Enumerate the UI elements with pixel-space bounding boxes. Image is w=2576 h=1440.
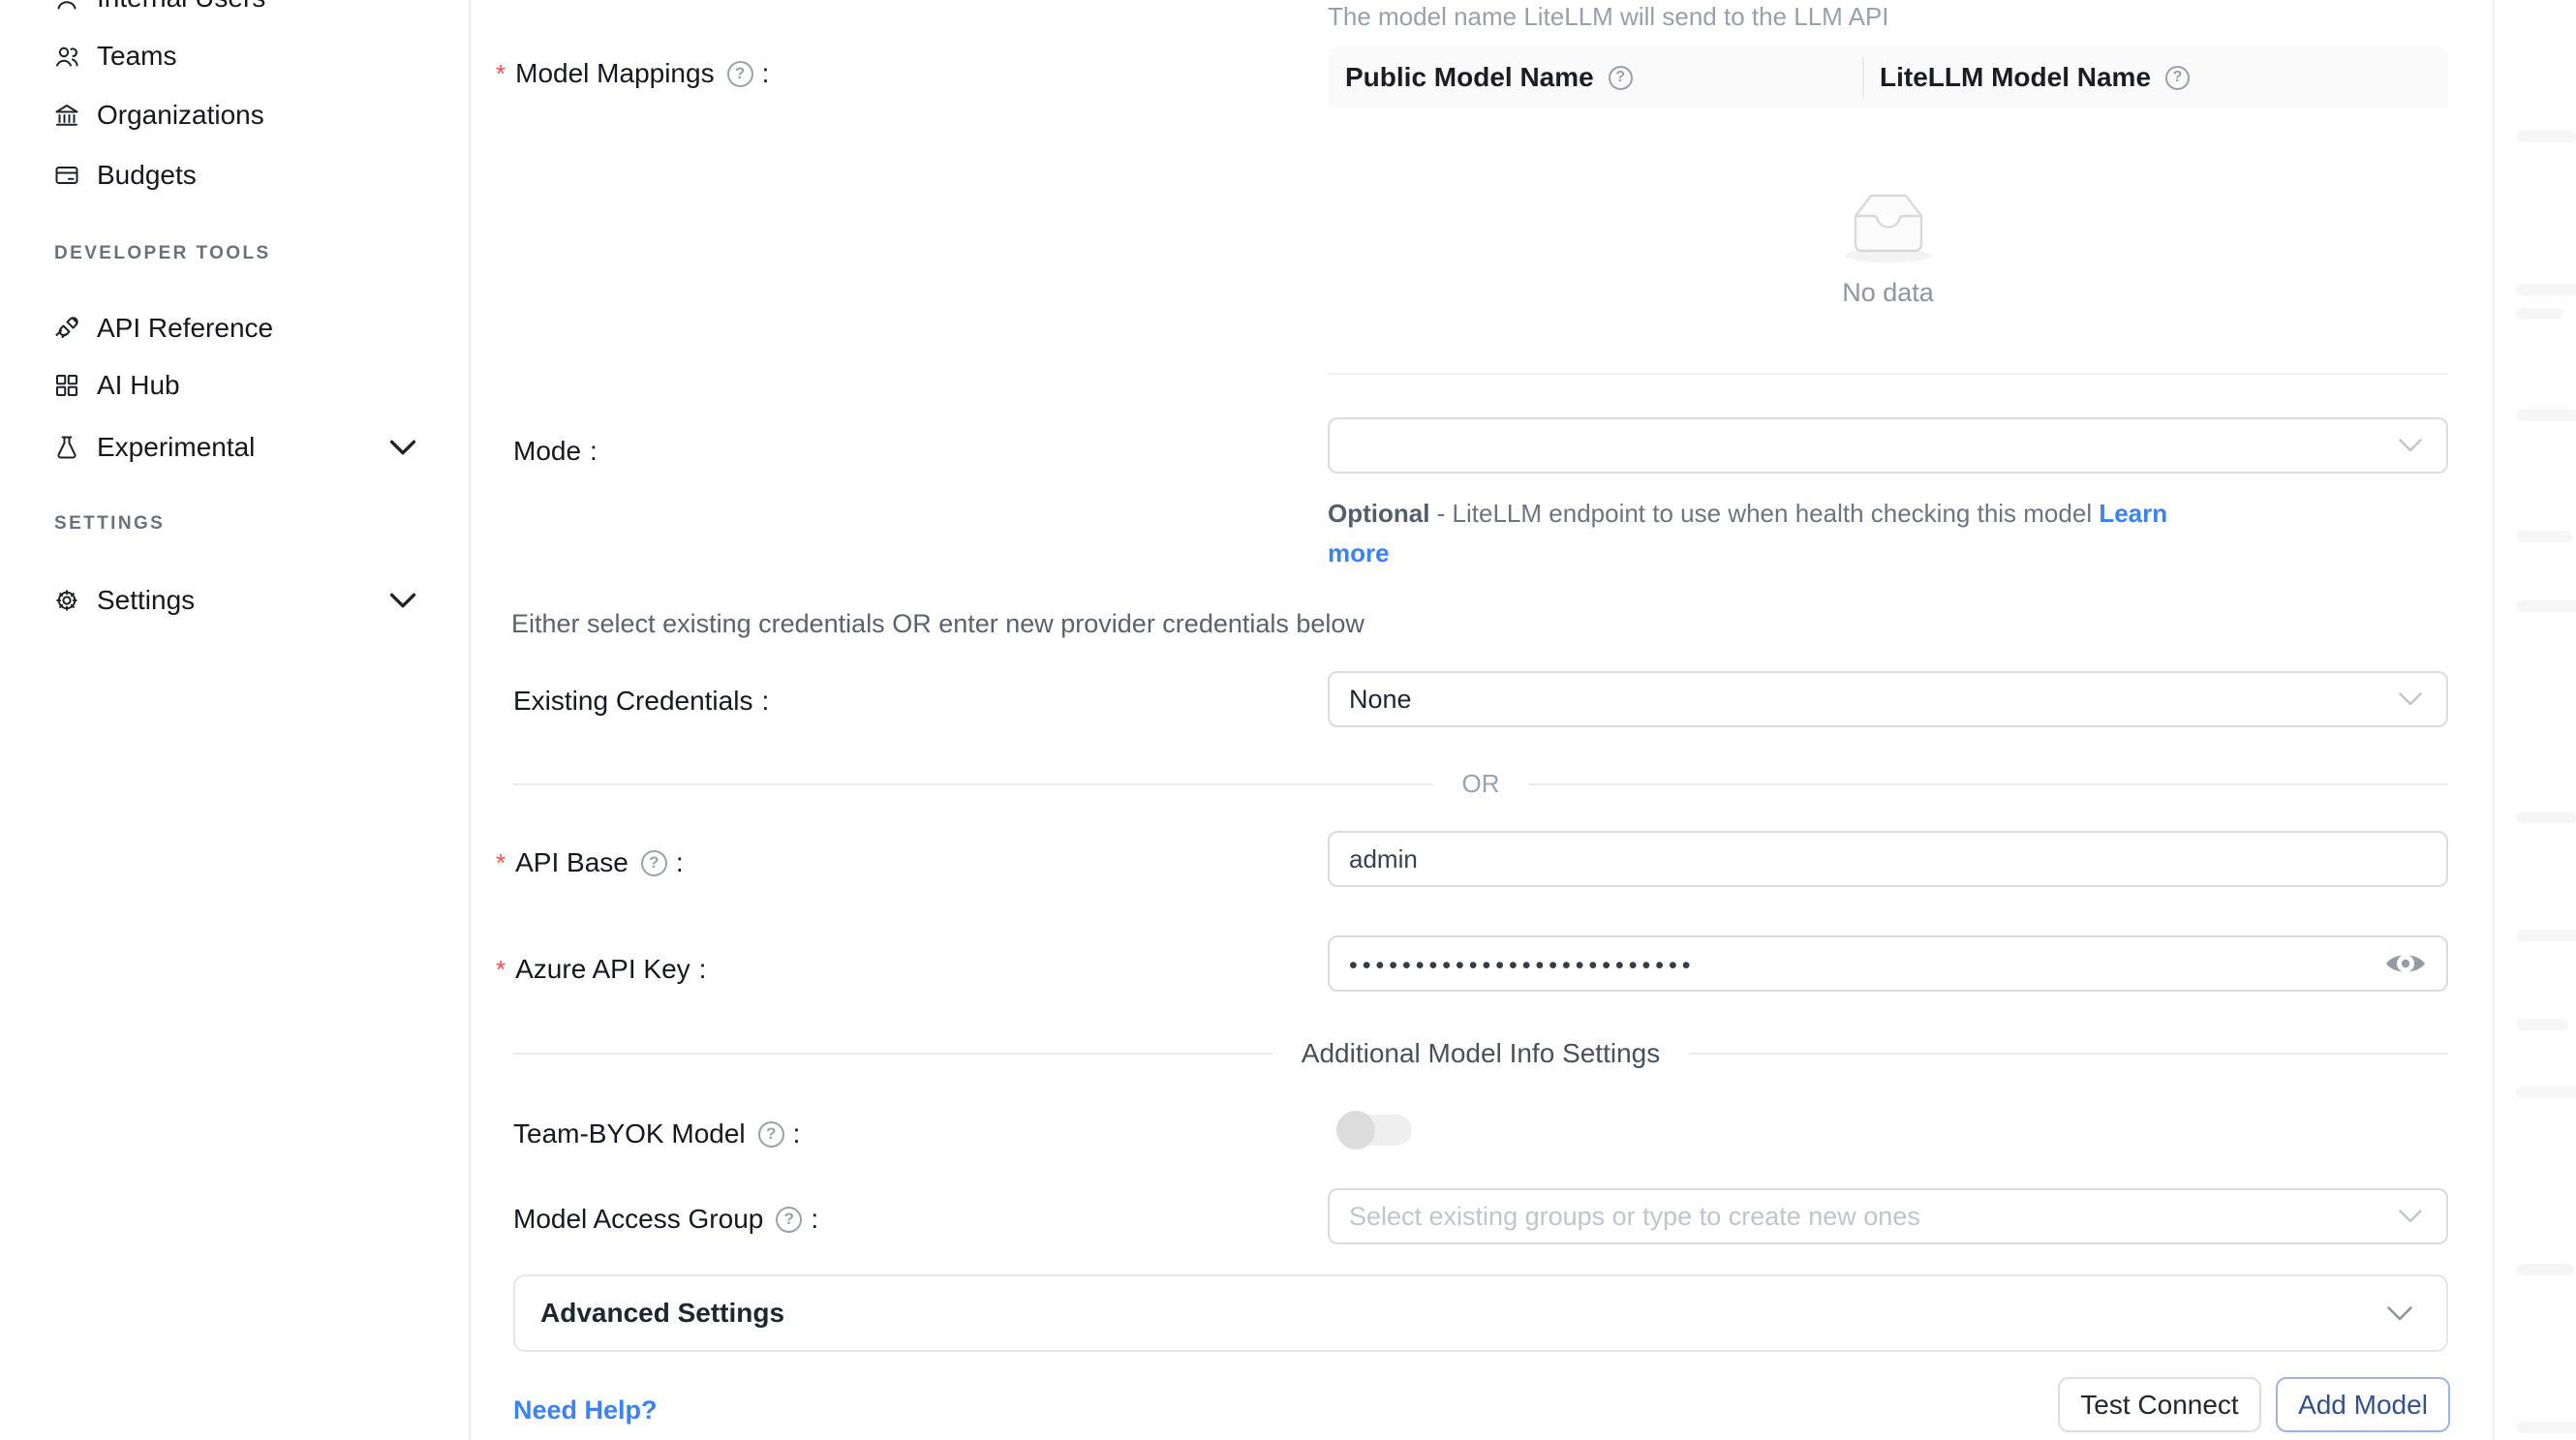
ghost-bar bbox=[2516, 410, 2576, 421]
public-model-name-header: Public Model Name ? bbox=[1328, 62, 1862, 93]
model-access-group-label: Model Access Group ? : bbox=[513, 1200, 818, 1239]
right-rail bbox=[2493, 0, 2576, 1440]
sidebar-item-organizations[interactable]: Organizations bbox=[53, 92, 441, 138]
test-connect-button[interactable]: Test Connect bbox=[2058, 1377, 2261, 1432]
empty-box-icon bbox=[1828, 172, 1948, 265]
table-header-row: Public Model Name ? LiteLLM Model Name ? bbox=[1328, 46, 2448, 108]
empty-state: No data bbox=[1328, 172, 2448, 308]
bank-icon bbox=[53, 102, 80, 129]
chevron-down-icon bbox=[389, 434, 416, 461]
ghost-bar bbox=[2516, 131, 2576, 142]
chevron-down-icon bbox=[2386, 1305, 2413, 1322]
model-mappings-label: * Model Mappings ? : bbox=[496, 54, 769, 93]
required-marker: * bbox=[496, 59, 506, 89]
masked-password-value: •••••••••••••••••••••••••• bbox=[1349, 952, 1696, 980]
add-model-page: Internal Users Teams Organizations Budge… bbox=[0, 0, 2576, 1440]
chevron-down-icon bbox=[389, 587, 416, 614]
sidebar-item-label: Budgets bbox=[97, 160, 197, 191]
input-value: admin bbox=[1349, 844, 1418, 874]
select-placeholder: Select existing groups or type to create… bbox=[1349, 1202, 1920, 1232]
sidebar-item-label: Experimental bbox=[97, 432, 255, 463]
sidebar-item-budgets[interactable]: Budgets bbox=[53, 152, 441, 199]
table-body: No data bbox=[1328, 108, 2448, 373]
sidebar-item-teams[interactable]: Teams bbox=[53, 33, 441, 79]
selected-value: None bbox=[1349, 685, 1412, 715]
credentials-note: Either select existing credentials OR en… bbox=[511, 609, 1365, 639]
model-access-group-select[interactable]: Select existing groups or type to create… bbox=[1328, 1188, 2448, 1244]
gear-icon bbox=[53, 587, 80, 614]
need-help-link[interactable]: Need Help? bbox=[513, 1395, 658, 1425]
eye-icon[interactable] bbox=[2384, 948, 2427, 979]
sidebar-item-label: Organizations bbox=[97, 100, 264, 131]
help-circle-icon[interactable]: ? bbox=[758, 1121, 784, 1148]
sidebar-item-api-reference[interactable]: API Reference bbox=[53, 305, 441, 352]
teams-icon bbox=[53, 43, 80, 70]
chevron-down-icon bbox=[2398, 1209, 2423, 1224]
mode-help-text: Optional - LiteLLM endpoint to use when … bbox=[1328, 494, 2451, 573]
ghost-bar bbox=[2516, 308, 2562, 320]
no-data-text: No data bbox=[1328, 278, 2448, 308]
ghost-bar bbox=[2516, 812, 2576, 823]
sidebar-item-label: API Reference bbox=[97, 313, 273, 344]
sidebar-item-settings[interactable]: Settings bbox=[53, 577, 441, 624]
credit-card-icon bbox=[53, 162, 80, 189]
existing-credentials-select[interactable]: None bbox=[1328, 671, 2448, 727]
sidebar: Internal Users Teams Organizations Budge… bbox=[0, 0, 471, 1440]
model-name-help-text: The model name LiteLLM will send to the … bbox=[1328, 2, 1889, 32]
sidebar-item-label: Teams bbox=[97, 41, 176, 72]
required-marker: * bbox=[496, 955, 506, 985]
ghost-bar bbox=[2516, 930, 2576, 941]
sidebar-item-internal-users[interactable]: Internal Users bbox=[53, 0, 441, 21]
add-model-button[interactable]: Add Model bbox=[2276, 1377, 2450, 1432]
advanced-settings-panel[interactable]: Advanced Settings bbox=[513, 1274, 2448, 1352]
chevron-down-icon bbox=[2398, 438, 2423, 453]
grid-icon bbox=[53, 372, 80, 399]
sidebar-item-label: AI Hub bbox=[97, 370, 180, 401]
advanced-settings-title: Advanced Settings bbox=[540, 1298, 2386, 1329]
ghost-bar bbox=[2516, 1422, 2576, 1433]
ghost-bar bbox=[2516, 1264, 2574, 1275]
sidebar-section-developer-tools: DEVELOPER TOOLS bbox=[54, 243, 271, 264]
model-mappings-table: Public Model Name ? LiteLLM Model Name ? bbox=[1328, 46, 2448, 375]
required-marker: * bbox=[496, 848, 506, 878]
sidebar-item-label: Internal Users bbox=[97, 0, 265, 14]
team-byok-toggle[interactable] bbox=[1336, 1111, 1412, 1149]
mode-select[interactable] bbox=[1328, 417, 2448, 474]
flask-icon bbox=[53, 434, 80, 461]
help-circle-icon[interactable]: ? bbox=[2165, 66, 2190, 90]
sidebar-item-label: Settings bbox=[97, 585, 195, 616]
sidebar-item-ai-hub[interactable]: AI Hub bbox=[53, 362, 441, 409]
ghost-bar bbox=[2516, 600, 2576, 612]
api-base-input[interactable]: admin bbox=[1328, 831, 2448, 887]
or-divider: OR bbox=[513, 769, 2448, 799]
azure-api-key-input[interactable]: •••••••••••••••••••••••••• bbox=[1328, 935, 2448, 992]
ghost-bar bbox=[2516, 1019, 2568, 1030]
azure-api-key-label: * Azure API Key : bbox=[496, 950, 706, 989]
plug-icon bbox=[53, 315, 80, 342]
sidebar-section-settings: SETTINGS bbox=[54, 513, 165, 535]
toggle-knob bbox=[1336, 1111, 1375, 1149]
help-circle-icon[interactable]: ? bbox=[727, 61, 753, 87]
help-circle-icon[interactable]: ? bbox=[776, 1207, 802, 1233]
help-circle-icon[interactable]: ? bbox=[1609, 66, 1633, 90]
help-circle-icon[interactable]: ? bbox=[641, 850, 667, 876]
ghost-bar bbox=[2516, 284, 2576, 295]
user-icon bbox=[53, 0, 80, 12]
sidebar-item-experimental[interactable]: Experimental bbox=[53, 424, 441, 471]
api-base-label: * API Base ? : bbox=[496, 843, 684, 882]
litellm-model-name-header: LiteLLM Model Name ? bbox=[1864, 62, 2190, 93]
mode-label: Mode : bbox=[513, 432, 598, 471]
ghost-bar bbox=[2516, 1087, 2576, 1098]
ghost-bar bbox=[2516, 531, 2572, 542]
chevron-down-icon bbox=[2398, 691, 2423, 707]
existing-credentials-label: Existing Credentials : bbox=[513, 682, 769, 720]
additional-info-divider: Additional Model Info Settings bbox=[513, 1038, 2448, 1069]
team-byok-label: Team-BYOK Model ? : bbox=[513, 1115, 800, 1153]
